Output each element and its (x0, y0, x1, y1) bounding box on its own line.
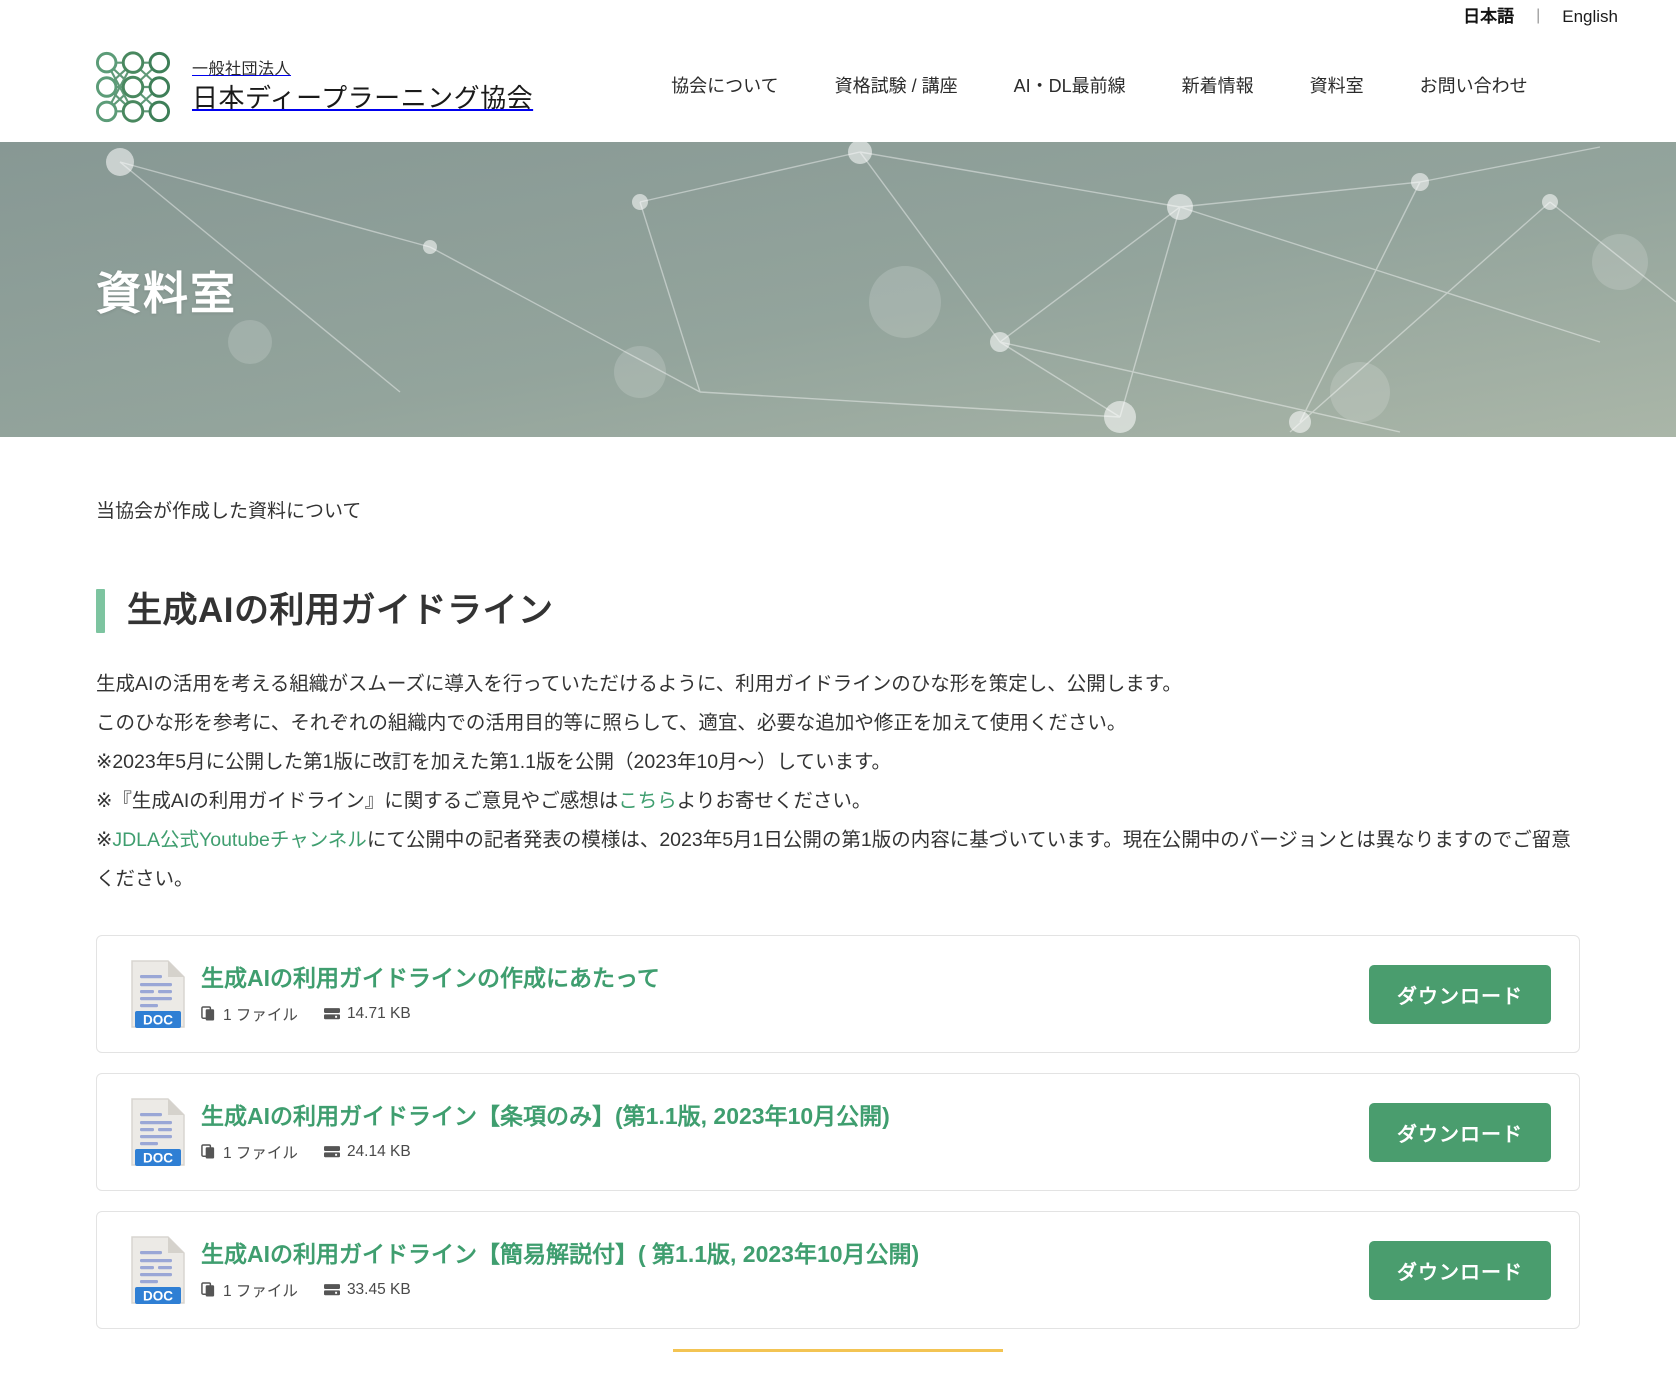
svg-text:DOC: DOC (143, 1013, 173, 1028)
download-card: DOC 生成AIの利用ガイドライン【条項のみ】(第1.1版, 2023年10月公… (96, 1073, 1580, 1192)
file-size-label: 24.14 KB (346, 1142, 411, 1160)
paragraph-5-prefix: ※ (96, 829, 113, 852)
file-count-label: 1 ファイル (223, 1282, 298, 1300)
download-card: DOC 生成AIの利用ガイドラインの作成にあたって 1 ファイル 14.71 K… (96, 935, 1580, 1054)
file-count-label: 1 ファイル (223, 1006, 298, 1024)
feedback-link[interactable]: こちら (618, 790, 677, 812)
page-bottom-edge (0, 1349, 1676, 1375)
next-section-peek (673, 1349, 1003, 1359)
page-title: 資料室 (96, 268, 238, 319)
paragraph-3: ※2023年5月に公開した第1版に改訂を加えた第1.1版を公開（2023年10月… (96, 751, 892, 774)
file-size-label: 14.71 KB (346, 1004, 411, 1022)
storage-icon (323, 1146, 340, 1158)
doc-file-icon: DOC (129, 959, 187, 1029)
language-bar: 日本語 | English (0, 0, 1676, 32)
download-meta: 1 ファイル 33.45 KB (201, 1279, 1369, 1301)
files-icon (201, 1006, 215, 1021)
nav-item-news[interactable]: 新着情報 (1154, 76, 1282, 98)
page-hero-banner: 資料室 (0, 142, 1676, 437)
paragraph-1: 生成AIの活用を考える組織がスムーズに導入を行っていただけるように、利用ガイドラ… (96, 673, 1182, 696)
nav-item-materials[interactable]: 資料室 (1282, 76, 1392, 98)
nav-item-ai-frontline[interactable]: AI・DL最前線 (986, 76, 1154, 98)
files-icon (201, 1282, 215, 1297)
site-logo-link[interactable]: 一般社団法人 日本ディープラーニング協会 (92, 49, 533, 125)
language-link-japanese[interactable]: 日本語 (1441, 8, 1536, 25)
storage-icon (323, 1008, 340, 1020)
section-accent-bar (96, 589, 105, 634)
download-button[interactable]: ダウンロード (1369, 1240, 1551, 1300)
file-size-chip: 33.45 KB (323, 1280, 411, 1299)
download-title-link[interactable]: 生成AIの利用ガイドラインの作成にあたって (201, 964, 1369, 994)
file-count-chip: 1 ファイル (201, 1279, 298, 1301)
main-content: 当協会が作成した資料について 生成AIの利用ガイドライン 生成AIの活用を考える… (0, 497, 1676, 1330)
file-size-chip: 24.14 KB (323, 1142, 411, 1161)
files-icon (201, 1144, 215, 1159)
file-count-label: 1 ファイル (223, 1144, 298, 1162)
nav-item-exams[interactable]: 資格試験 / 講座 (807, 76, 986, 98)
doc-file-icon: DOC (129, 1097, 187, 1167)
neural-network-logo-icon (92, 49, 174, 125)
download-card-list: DOC 生成AIの利用ガイドラインの作成にあたって 1 ファイル 14.71 K… (96, 935, 1580, 1330)
download-meta: 1 ファイル 24.14 KB (201, 1141, 1369, 1163)
download-title-link[interactable]: 生成AIの利用ガイドライン【条項のみ】(第1.1版, 2023年10月公開) (201, 1102, 1369, 1132)
paragraph-2: このひな形を参考に、それぞれの組織内での活用目的等に照らして、適宜、必要な追加や… (96, 712, 1127, 735)
section-title: 生成AIの利用ガイドライン (127, 591, 554, 631)
file-count-chip: 1 ファイル (201, 1141, 298, 1163)
intro-text: 当協会が作成した資料について (96, 501, 362, 522)
svg-text:DOC: DOC (143, 1151, 173, 1166)
language-link-english[interactable]: English (1540, 8, 1640, 25)
site-header: 一般社団法人 日本ディープラーニング協会 協会について 資格試験 / 講座 AI… (0, 32, 1676, 142)
paragraph-5: ※JDLA公式Youtubeチャンネルにて公開中の記者発表の模様は、2023年5… (96, 821, 1580, 899)
download-card: DOC 生成AIの利用ガイドライン【簡易解説付】( 第1.1版, 2023年10… (96, 1211, 1580, 1330)
download-meta: 1 ファイル 14.71 KB (201, 1003, 1369, 1025)
paragraph-4: ※『生成AIの利用ガイドライン』に関するご意見やご感想はこちらよりお寄せください… (96, 782, 1580, 821)
youtube-channel-link[interactable]: JDLA公式Youtubeチャンネル (112, 829, 366, 851)
storage-icon (323, 1284, 340, 1296)
file-count-chip: 1 ファイル (201, 1003, 298, 1025)
download-button[interactable]: ダウンロード (1369, 964, 1551, 1024)
brand-name: 日本ディープラーニング協会 (192, 83, 534, 113)
nav-item-about[interactable]: 協会について (643, 76, 806, 98)
section-heading: 生成AIの利用ガイドライン (96, 589, 1580, 634)
doc-file-icon: DOC (129, 1235, 187, 1305)
file-size-label: 33.45 KB (346, 1280, 411, 1298)
paragraph-4-prefix: ※『生成AIの利用ガイドライン』に関するご意見やご感想は (96, 790, 619, 813)
download-button[interactable]: ダウンロード (1369, 1102, 1551, 1162)
file-size-chip: 14.71 KB (323, 1004, 411, 1023)
svg-text:DOC: DOC (143, 1289, 173, 1304)
main-navigation: 協会について 資格試験 / 講座 AI・DL最前線 新着情報 資料室 お問い合わ… (643, 76, 1556, 98)
section-body-copy: 生成AIの活用を考える組織がスムーズに導入を行っていただけるように、利用ガイドラ… (96, 665, 1580, 899)
paragraph-4-suffix: よりお寄せください。 (676, 790, 872, 813)
brand-subtitle: 一般社団法人 (192, 60, 292, 78)
download-title-link[interactable]: 生成AIの利用ガイドライン【簡易解説付】( 第1.1版, 2023年10月公開) (201, 1240, 1369, 1270)
nav-item-contact[interactable]: お問い合わせ (1392, 76, 1556, 98)
